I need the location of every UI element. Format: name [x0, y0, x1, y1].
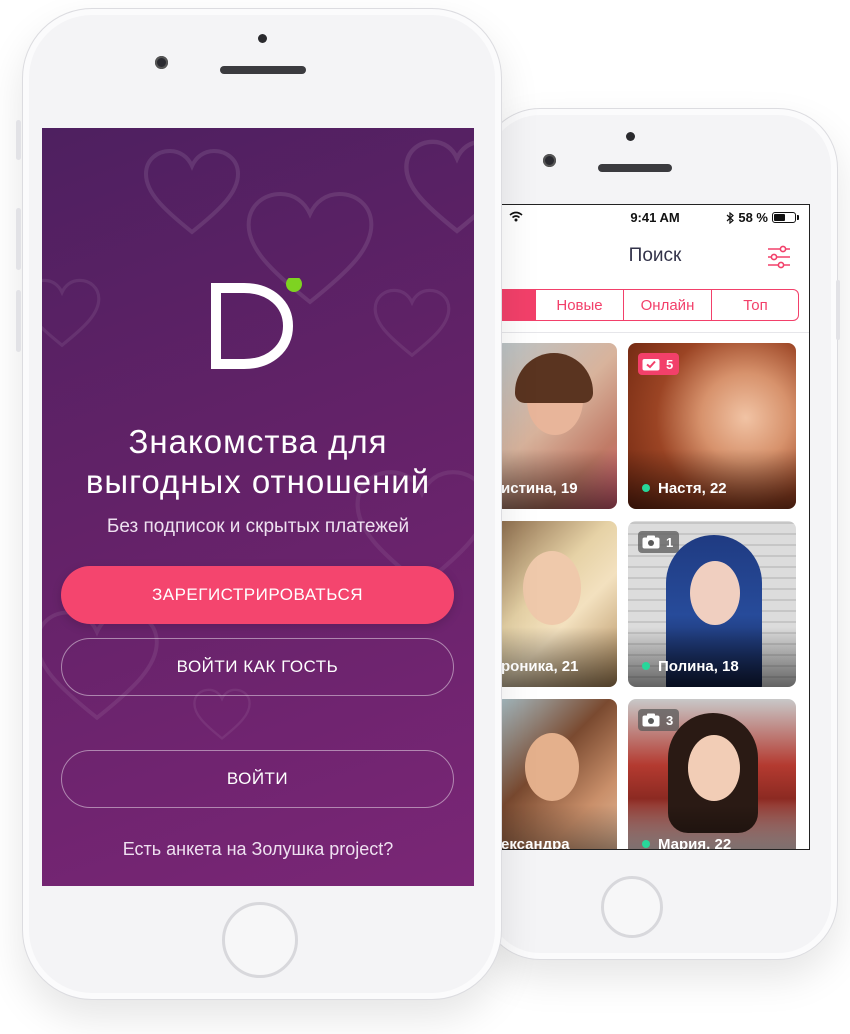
heart-decoration-icon	[143, 148, 241, 235]
profile-hair	[515, 353, 593, 403]
app-logo: D	[210, 276, 306, 379]
subheadline: Без подписок и скрытых платежей	[106, 516, 410, 537]
profile-card[interactable]: 1 Полина, 18	[628, 521, 796, 687]
front-phone-sensor	[258, 34, 267, 43]
welcome-screen: D Знакомства для выгодных отношений Без …	[42, 128, 474, 886]
heart-decoration-icon	[42, 278, 101, 348]
badge-count: 5	[666, 356, 674, 372]
profile-name: Полина, 18	[658, 658, 739, 675]
front-phone-camera	[155, 56, 168, 69]
heart-decoration-icon	[373, 288, 451, 358]
nav-title: Поиск	[628, 245, 682, 266]
front-phone-speaker	[220, 66, 306, 74]
profile-name: ександра	[501, 836, 570, 850]
card-shade	[501, 449, 617, 509]
profile-photo	[690, 561, 740, 625]
badge-count: 1	[666, 534, 674, 550]
divider	[501, 332, 809, 333]
card-shade	[501, 627, 617, 687]
guest-login-button[interactable]: ВОЙТИ КАК ГОСТЬ	[61, 638, 454, 696]
profile-card[interactable]: роника, 21	[501, 521, 617, 687]
tab-online[interactable]: Онлайн	[623, 290, 711, 320]
card-shade	[628, 449, 796, 509]
profile-photo	[523, 551, 581, 625]
profile-card[interactable]: 3 Мария, 22	[628, 699, 796, 850]
headline-line-1: Знакомства для	[128, 423, 388, 460]
photo-badge: 3	[638, 709, 680, 731]
photo-badge: 1	[638, 531, 680, 553]
check-photo-icon	[642, 359, 660, 371]
profile-name: истина, 19	[501, 480, 578, 497]
headline-line-2: выгодных отношений	[85, 463, 431, 500]
tab-new[interactable]: Новые	[535, 290, 623, 320]
badge-count: 3	[666, 712, 674, 728]
back-phone-sensor	[626, 132, 635, 141]
front-phone-volume-down	[16, 290, 21, 352]
heart-decoration-icon	[193, 688, 251, 740]
profile-card[interactable]: 5 Настя, 22	[628, 343, 796, 509]
status-bar: 9:41 AM 58 %	[501, 205, 809, 231]
profile-photo	[688, 735, 740, 801]
login-button[interactable]: ВОЙТИ	[61, 750, 454, 808]
tab-top[interactable]: Топ	[711, 290, 798, 320]
headline: Знакомства для выгодных отношений	[42, 422, 474, 502]
register-button[interactable]: ЗАРЕГИСТРИРОВАТЬСЯ	[61, 566, 454, 624]
battery-percent: 58 %	[738, 210, 768, 225]
camera-icon	[642, 713, 660, 727]
profile-card[interactable]: истина, 19	[501, 343, 617, 509]
photo-badge: 5	[638, 353, 680, 375]
status-right: 58 %	[726, 210, 799, 225]
profile-card[interactable]: ександра	[501, 699, 617, 850]
profile-photo	[525, 733, 579, 801]
search-screen: 9:41 AM 58 % Поиск Новые Онлайн Топ исти…	[500, 204, 810, 850]
back-phone-side-button	[836, 280, 840, 340]
heart-decoration-icon	[404, 139, 474, 234]
battery-icon	[772, 212, 796, 223]
profile-name: роника, 21	[501, 658, 579, 675]
filter-settings-icon[interactable]	[767, 245, 791, 269]
back-phone-camera	[543, 154, 556, 167]
front-phone-volume-up	[16, 208, 21, 270]
tab-bar: Новые Онлайн Топ	[501, 289, 799, 321]
card-shade	[628, 627, 796, 687]
online-indicator	[642, 840, 650, 848]
front-phone-home-button[interactable]	[222, 902, 298, 978]
camera-icon	[642, 535, 660, 549]
online-indicator	[642, 662, 650, 670]
back-phone-home-button[interactable]	[601, 876, 663, 938]
logo-d-icon	[211, 276, 302, 369]
online-indicator	[642, 484, 650, 492]
battery-tip	[797, 215, 799, 220]
profile-name: Настя, 22	[658, 480, 727, 497]
bluetooth-icon	[726, 211, 735, 224]
profile-name: Мария, 22	[658, 836, 732, 850]
back-phone-speaker	[598, 164, 672, 172]
tab-all[interactable]	[501, 290, 535, 320]
front-phone-mute-switch	[16, 120, 21, 160]
existing-profile-link[interactable]: Есть анкета на Золушка project?	[42, 839, 474, 860]
